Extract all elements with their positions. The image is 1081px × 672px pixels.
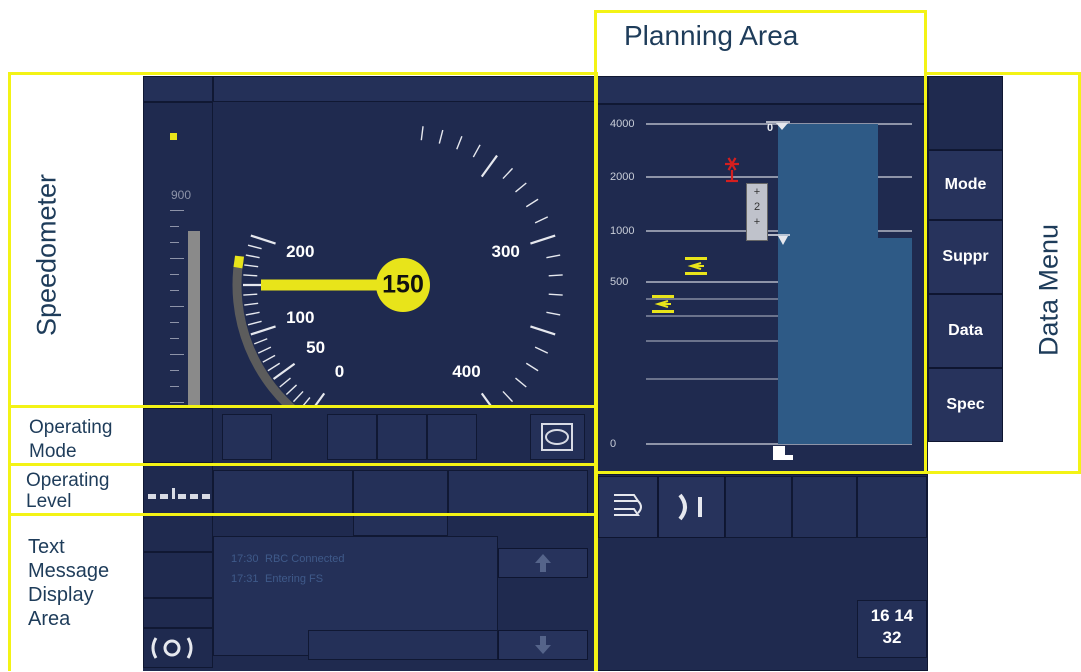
- clock-seconds: 32: [882, 628, 902, 647]
- operating-mode-label: Operating Mode: [29, 417, 113, 462]
- data-menu-label-box: Data Menu: [1030, 190, 1068, 390]
- pantograph-icon: [614, 494, 642, 516]
- track-condition-button[interactable]: [658, 476, 725, 538]
- track-condition-slot: [725, 476, 792, 538]
- track-condition-slot: [792, 476, 857, 538]
- frame-divider: [594, 471, 597, 671]
- planning-area-frame: [594, 10, 927, 474]
- planning-area-label: Planning Area: [624, 20, 799, 51]
- text-message-label: Text Message Display Area: [28, 536, 110, 630]
- speedometer-label: Speedometer: [31, 173, 62, 337]
- data-menu-label: Data Menu: [1033, 223, 1064, 357]
- neutral-section-icon: [677, 493, 702, 521]
- track-condition-slot: [857, 476, 927, 538]
- operating-level-label: Operating Level: [26, 470, 110, 512]
- speedometer-frame: [8, 72, 598, 408]
- track-condition-button[interactable]: [598, 476, 658, 538]
- speedometer-label-box: Speedometer: [28, 150, 66, 360]
- clock-time: 16 14: [870, 606, 914, 625]
